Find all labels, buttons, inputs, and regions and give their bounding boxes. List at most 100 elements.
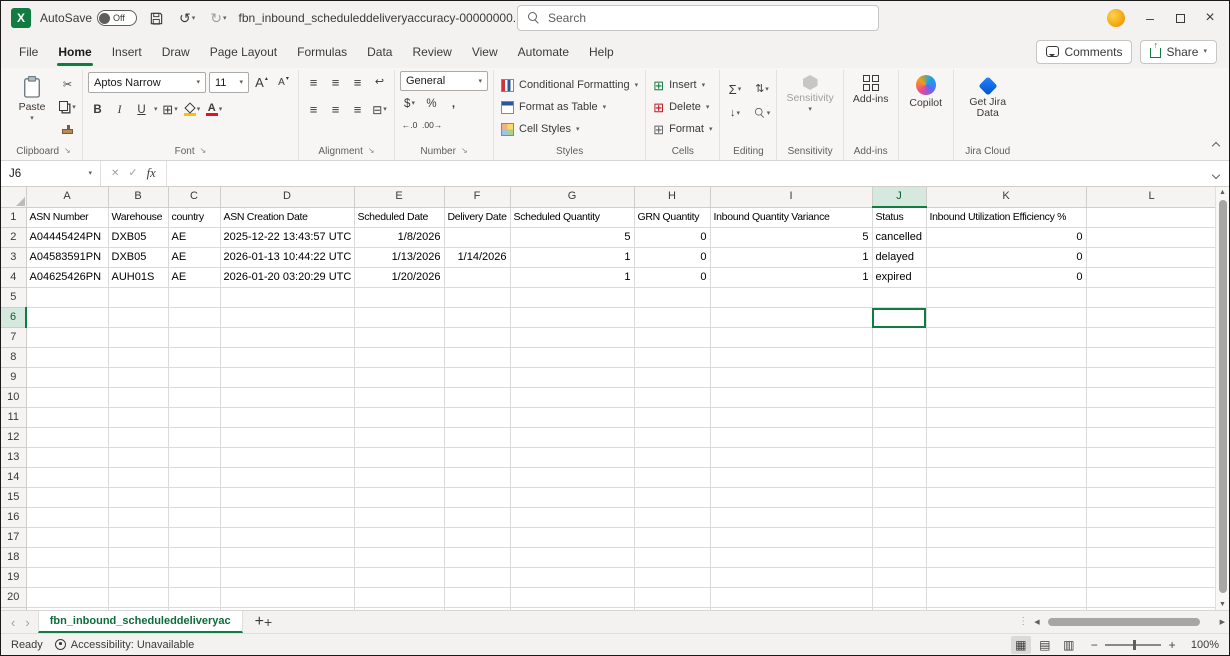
cell-H7[interactable] (634, 328, 710, 348)
cell-A1[interactable]: ASN Number (26, 207, 108, 228)
cell-I2[interactable]: 5 (710, 228, 872, 248)
cell-styles-button[interactable]: Cell Styles (499, 119, 640, 139)
cell-I1[interactable]: Inbound Quantity Variance (710, 207, 872, 228)
save-button[interactable] (146, 9, 167, 28)
cell-E20[interactable] (354, 588, 444, 608)
select-all-corner[interactable] (1, 187, 26, 207)
format-cells-button[interactable]: Format (651, 119, 714, 139)
cell-L14[interactable] (1086, 468, 1217, 488)
cell-B15[interactable] (108, 488, 168, 508)
cell-L2[interactable] (1086, 228, 1217, 248)
cell-B12[interactable] (108, 428, 168, 448)
vertical-scrollbar[interactable] (1215, 187, 1229, 610)
row-header-12[interactable]: 12 (1, 428, 26, 448)
cell-B14[interactable] (108, 468, 168, 488)
cell-G17[interactable] (510, 528, 634, 548)
cell-K18[interactable] (926, 548, 1086, 568)
cell-A14[interactable] (26, 468, 108, 488)
new-sheet-button[interactable]: + (243, 611, 285, 633)
cell-D14[interactable] (220, 468, 354, 488)
scroll-right-icon[interactable] (1220, 619, 1225, 626)
cell-B6[interactable] (108, 308, 168, 328)
cell-A6[interactable] (26, 308, 108, 328)
merge-center-button[interactable] (370, 100, 389, 120)
cell-E19[interactable] (354, 568, 444, 588)
tab-insert[interactable]: Insert (102, 35, 152, 68)
cell-I17[interactable] (710, 528, 872, 548)
cell-L6[interactable] (1086, 308, 1217, 328)
cell-K4[interactable]: 0 (926, 268, 1086, 288)
cell-D6[interactable] (220, 308, 354, 328)
cell-E5[interactable] (354, 288, 444, 308)
tab-review[interactable]: Review (402, 35, 461, 68)
align-left-button[interactable] (304, 100, 323, 120)
cell-G3[interactable]: 1 (510, 248, 634, 268)
cell-H6[interactable] (634, 308, 710, 328)
cell-I5[interactable] (710, 288, 872, 308)
cell-B9[interactable] (108, 368, 168, 388)
redo-button[interactable] (207, 9, 229, 27)
increase-decimal-button[interactable]: ←.0 (400, 115, 419, 135)
cell-L20[interactable] (1086, 588, 1217, 608)
cell-I4[interactable]: 1 (710, 268, 872, 288)
autosave-toggle[interactable]: AutoSave Off (40, 10, 137, 26)
row-header-20[interactable]: 20 (1, 588, 26, 608)
cell-G21[interactable] (510, 608, 634, 611)
cell-B3[interactable]: DXB05 (108, 248, 168, 268)
cell-K12[interactable] (926, 428, 1086, 448)
cell-H19[interactable] (634, 568, 710, 588)
cell-A7[interactable] (26, 328, 108, 348)
row-header-10[interactable]: 10 (1, 388, 26, 408)
cell-F14[interactable] (444, 468, 510, 488)
cell-A18[interactable] (26, 548, 108, 568)
cell-B8[interactable] (108, 348, 168, 368)
cell-G19[interactable] (510, 568, 634, 588)
cell-H1[interactable]: GRN Quantity (634, 207, 710, 228)
cell-C4[interactable]: AE (168, 268, 220, 288)
cell-J1[interactable]: Status (872, 207, 926, 228)
row-header-5[interactable]: 5 (1, 288, 26, 308)
dialog-launcher-icon[interactable] (64, 147, 71, 155)
dialog-launcher-icon[interactable] (368, 147, 375, 155)
cell-D12[interactable] (220, 428, 354, 448)
cut-button[interactable] (58, 75, 77, 95)
addins-button[interactable]: Add-ins (849, 71, 893, 107)
cell-L19[interactable] (1086, 568, 1217, 588)
cell-D5[interactable] (220, 288, 354, 308)
cell-J19[interactable] (872, 568, 926, 588)
cell-I8[interactable] (710, 348, 872, 368)
cell-G10[interactable] (510, 388, 634, 408)
cell-B13[interactable] (108, 448, 168, 468)
splitter-handle-icon[interactable] (1018, 617, 1028, 627)
cell-D3[interactable]: 2026-01-13 10:44:22 UTC (220, 248, 354, 268)
cell-H14[interactable] (634, 468, 710, 488)
cell-J21[interactable] (872, 608, 926, 611)
align-middle-button[interactable] (326, 73, 345, 93)
cell-B16[interactable] (108, 508, 168, 528)
cell-H11[interactable] (634, 408, 710, 428)
cell-C15[interactable] (168, 488, 220, 508)
cell-A17[interactable] (26, 528, 108, 548)
conditional-formatting-button[interactable]: Conditional Formatting (499, 75, 640, 95)
cell-F1[interactable]: Delivery Date (444, 207, 510, 228)
cell-D9[interactable] (220, 368, 354, 388)
cancel-entry-icon[interactable] (111, 169, 119, 179)
cell-C12[interactable] (168, 428, 220, 448)
paste-button[interactable]: Paste (10, 71, 54, 124)
cell-F11[interactable] (444, 408, 510, 428)
cell-C14[interactable] (168, 468, 220, 488)
autosave-switch[interactable]: Off (97, 10, 137, 26)
page-layout-view-button[interactable] (1035, 636, 1055, 654)
cell-C3[interactable]: AE (168, 248, 220, 268)
format-painter-button[interactable] (58, 119, 77, 139)
cell-L15[interactable] (1086, 488, 1217, 508)
cell-G7[interactable] (510, 328, 634, 348)
cell-F20[interactable] (444, 588, 510, 608)
tab-help[interactable]: Help (579, 35, 624, 68)
find-select-button[interactable] (752, 103, 771, 123)
cell-E14[interactable] (354, 468, 444, 488)
cell-A13[interactable] (26, 448, 108, 468)
close-button[interactable] (1195, 3, 1225, 33)
cell-J15[interactable] (872, 488, 926, 508)
cell-L13[interactable] (1086, 448, 1217, 468)
